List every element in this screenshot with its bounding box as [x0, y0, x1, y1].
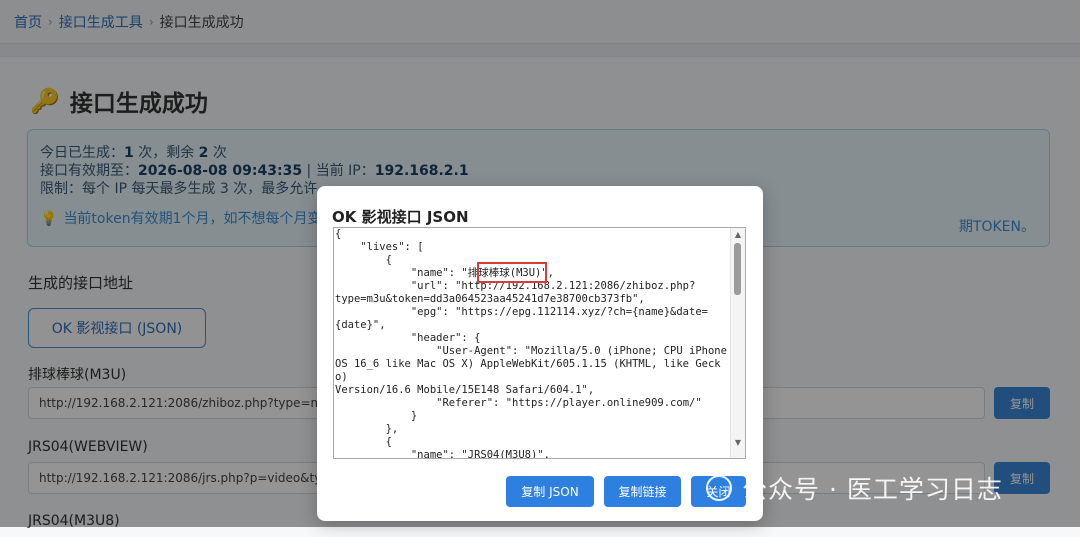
modal-title: OK 影视接口 JSON	[332, 208, 469, 226]
scrollbar[interactable]: ▲ ▼	[730, 228, 745, 458]
json-modal: OK 影视接口 JSON { "lives": [ { "name": "排球棒…	[317, 186, 763, 521]
watermark-text: 公众号 · 医工学习日志	[742, 475, 1003, 504]
wechat-icon	[706, 475, 732, 501]
json-textarea[interactable]: { "lives": [ { "name": "排球棒球(M3U)", "url…	[333, 227, 746, 459]
scroll-up-icon[interactable]: ▲	[731, 229, 745, 241]
copy-link-button[interactable]: 复制链接	[604, 476, 681, 507]
watermark: 公众号 · 医工学习日志	[706, 470, 1003, 506]
scroll-down-icon[interactable]: ▼	[731, 437, 745, 449]
scroll-thumb[interactable]	[734, 243, 741, 295]
copy-json-button[interactable]: 复制 JSON	[506, 476, 594, 507]
highlight-box	[477, 262, 547, 283]
